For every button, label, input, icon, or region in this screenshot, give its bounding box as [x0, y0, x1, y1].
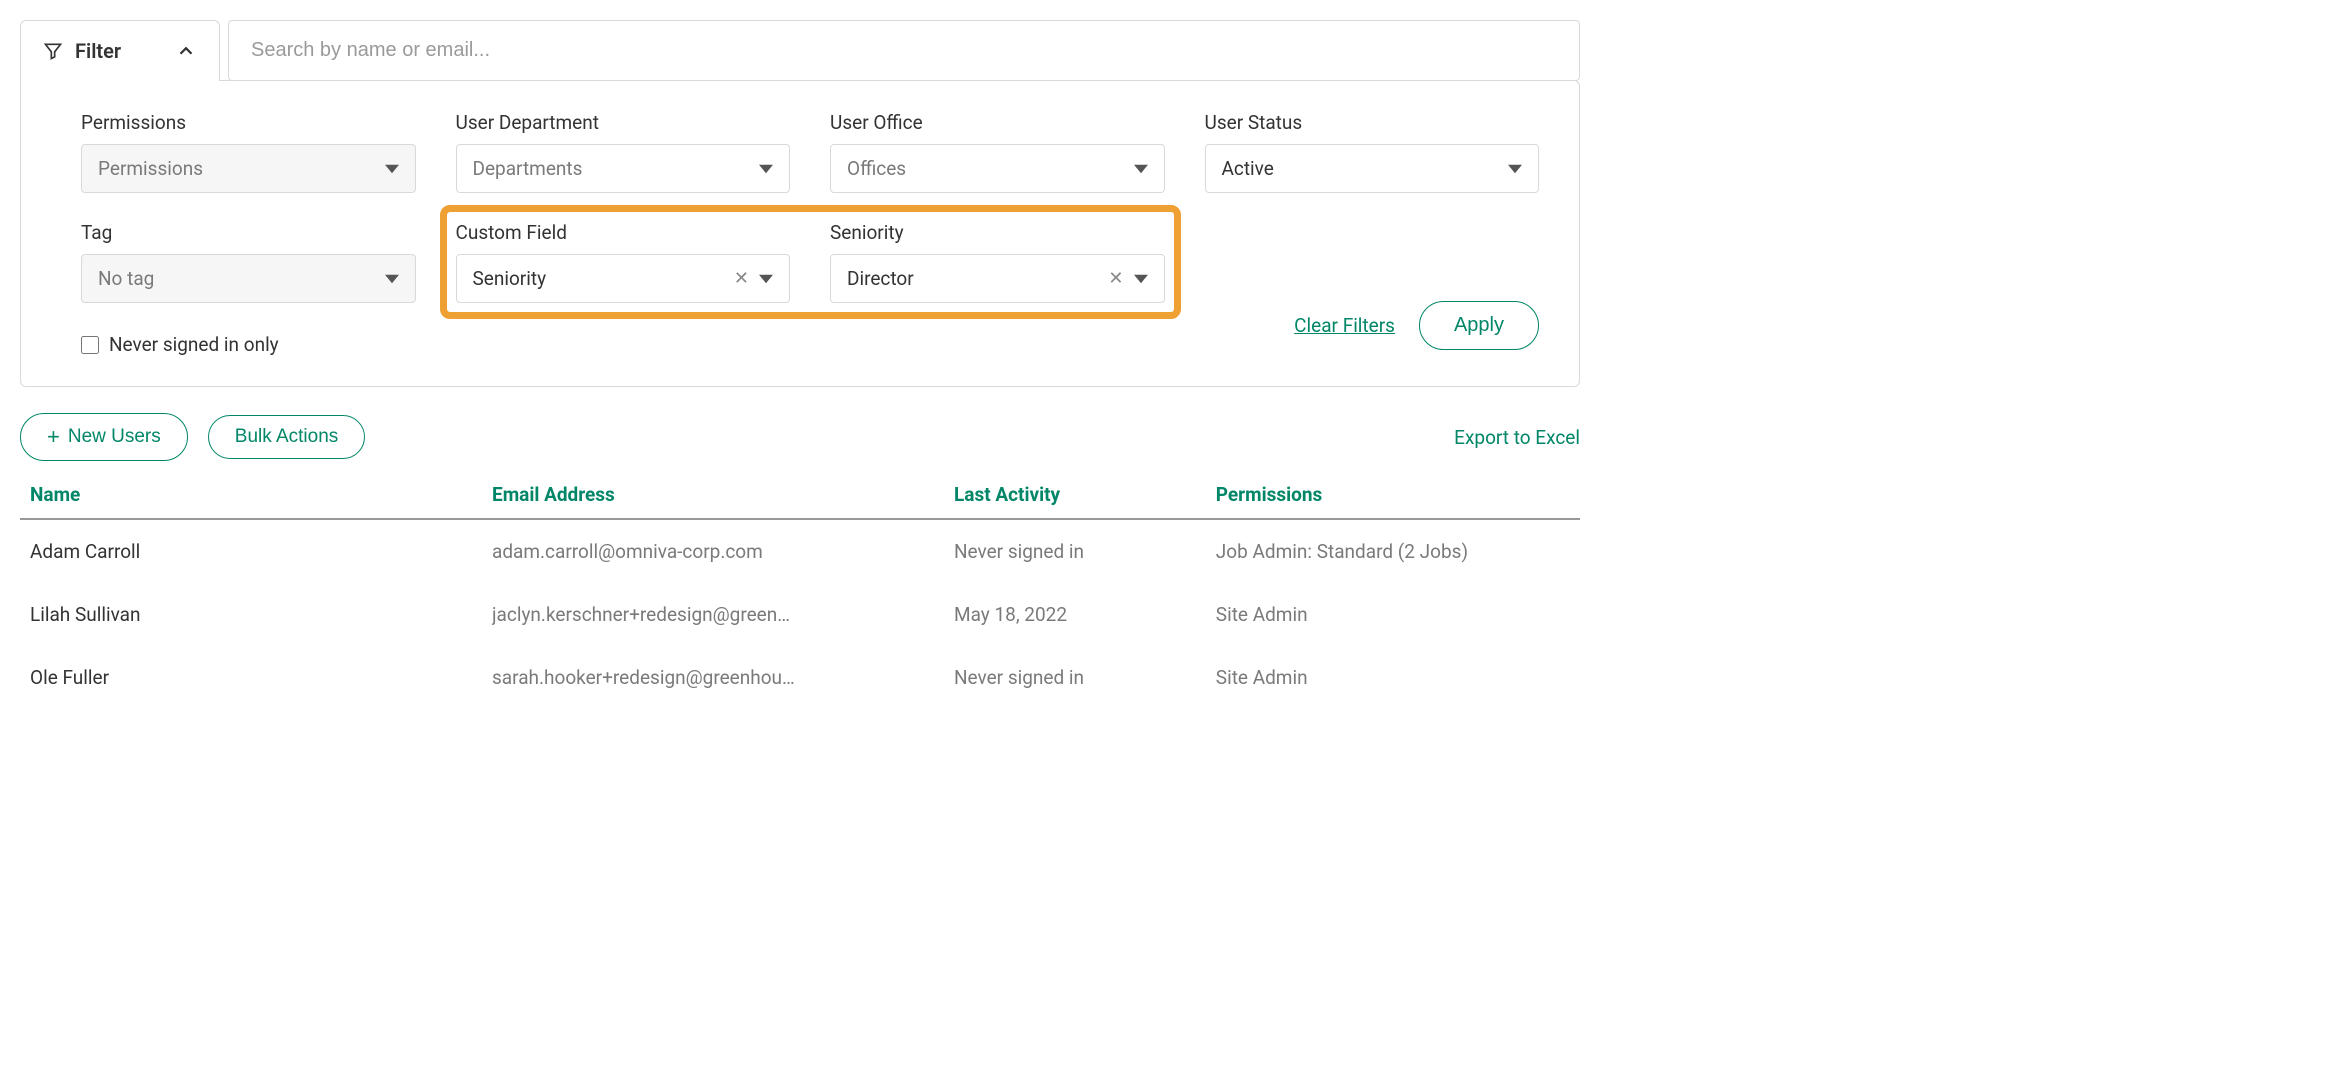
- filter-panel: Permissions Permissions User Department …: [20, 80, 1580, 387]
- th-permissions[interactable]: Permissions: [1216, 483, 1570, 506]
- user-status-label: User Status: [1205, 111, 1540, 134]
- table-row[interactable]: Ole Fullersarah.hooker+redesign@greenhou…: [20, 646, 1580, 709]
- caret-down-icon: [1508, 162, 1522, 176]
- cell-email: adam.carroll@omniva-corp.com: [492, 540, 954, 563]
- filter-tab-label: Filter: [75, 39, 163, 63]
- user-status-value: Active: [1222, 157, 1274, 180]
- new-users-label: New Users: [68, 426, 161, 448]
- permissions-select[interactable]: Permissions: [81, 144, 416, 193]
- tag-value: No tag: [98, 267, 154, 290]
- table-header: Name Email Address Last Activity Permiss…: [20, 483, 1580, 520]
- th-name[interactable]: Name: [30, 483, 492, 506]
- filter-tab[interactable]: Filter: [20, 20, 220, 81]
- cell-last-activity: Never signed in: [954, 666, 1216, 689]
- cell-last-activity: Never signed in: [954, 540, 1216, 563]
- apply-button[interactable]: Apply: [1419, 301, 1539, 350]
- caret-down-icon: [385, 162, 399, 176]
- seniority-label: Seniority: [830, 221, 1165, 244]
- never-signed-in-checkbox[interactable]: [81, 336, 99, 354]
- cell-permissions: Site Admin: [1216, 603, 1570, 626]
- cell-name: Ole Fuller: [30, 666, 492, 689]
- custom-field-value: Seniority: [473, 267, 547, 290]
- clear-filters-link[interactable]: Clear Filters: [1294, 314, 1395, 337]
- tag-label: Tag: [81, 221, 416, 244]
- user-department-select[interactable]: Departments: [456, 144, 791, 193]
- seniority-value: Director: [847, 267, 914, 290]
- cell-name: Adam Carroll: [30, 540, 492, 563]
- cell-permissions: Site Admin: [1216, 666, 1570, 689]
- chevron-up-icon: [175, 40, 197, 62]
- caret-down-icon: [385, 272, 399, 286]
- clear-seniority-icon[interactable]: ✕: [1108, 268, 1123, 289]
- user-office-label: User Office: [830, 111, 1165, 134]
- clear-custom-field-icon[interactable]: ✕: [734, 268, 749, 289]
- user-department-label: User Department: [456, 111, 791, 134]
- cell-email: jaclyn.kerschner+redesign@green…: [492, 603, 954, 626]
- cell-last-activity: May 18, 2022: [954, 603, 1216, 626]
- filter-icon: [43, 41, 63, 61]
- never-signed-in-label[interactable]: Never signed in only: [109, 333, 279, 356]
- th-email[interactable]: Email Address: [492, 483, 954, 506]
- custom-field-label: Custom Field: [456, 221, 791, 244]
- user-office-value: Offices: [847, 157, 906, 180]
- table-row[interactable]: Lilah Sullivanjaclyn.kerschner+redesign@…: [20, 583, 1580, 646]
- bulk-actions-button[interactable]: Bulk Actions: [208, 415, 366, 459]
- user-office-select[interactable]: Offices: [830, 144, 1165, 193]
- bulk-actions-label: Bulk Actions: [235, 426, 339, 448]
- permissions-value: Permissions: [98, 157, 203, 180]
- table-row[interactable]: Adam Carrolladam.carroll@omniva-corp.com…: [20, 520, 1580, 583]
- permissions-label: Permissions: [81, 111, 416, 134]
- plus-icon: +: [47, 424, 60, 450]
- caret-down-icon: [1134, 162, 1148, 176]
- cell-permissions: Job Admin: Standard (2 Jobs): [1216, 540, 1570, 563]
- caret-down-icon: [759, 162, 773, 176]
- cell-email: sarah.hooker+redesign@greenhou…: [492, 666, 954, 689]
- caret-down-icon: [1134, 272, 1148, 286]
- tag-select[interactable]: No tag: [81, 254, 416, 303]
- export-excel-link[interactable]: Export to Excel: [1454, 426, 1580, 449]
- cell-name: Lilah Sullivan: [30, 603, 492, 626]
- caret-down-icon: [759, 272, 773, 286]
- user-department-value: Departments: [473, 157, 583, 180]
- new-users-button[interactable]: + New Users: [20, 413, 188, 461]
- custom-field-select[interactable]: Seniority ✕: [456, 254, 791, 303]
- user-status-select[interactable]: Active: [1205, 144, 1540, 193]
- seniority-select[interactable]: Director ✕: [830, 254, 1165, 303]
- search-input[interactable]: [228, 20, 1580, 81]
- th-last-activity[interactable]: Last Activity: [954, 483, 1216, 506]
